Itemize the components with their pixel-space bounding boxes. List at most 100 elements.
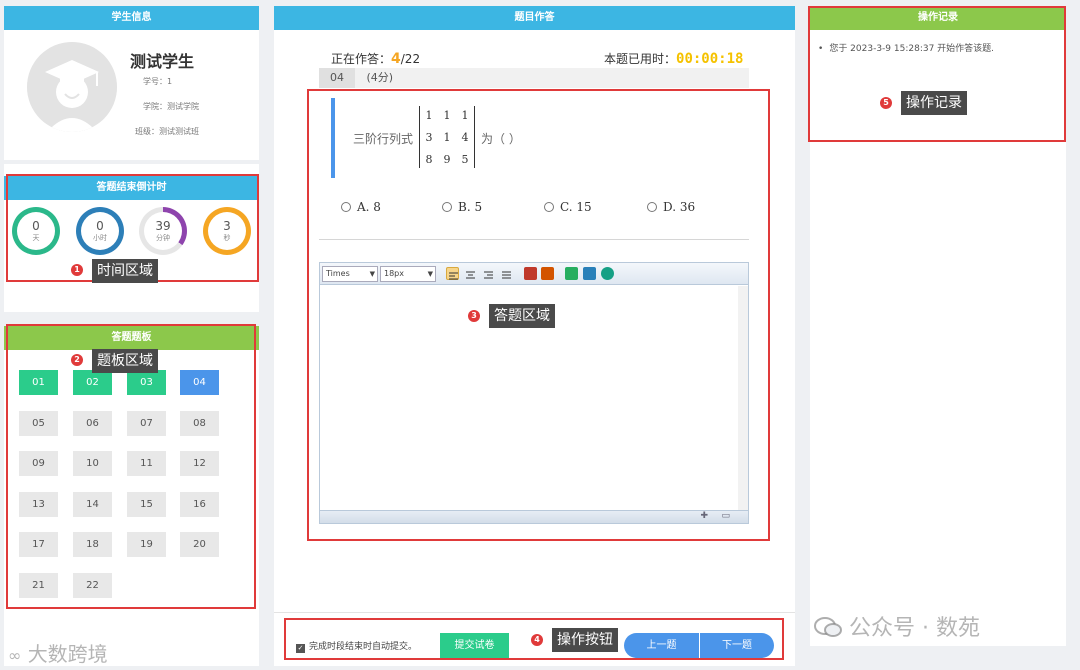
font-size-select[interactable]: 18px ▼ [380, 266, 436, 282]
align-center-icon[interactable] [464, 267, 477, 280]
answer-editor: Times ▼ 18px ▼ ✚ ▭ [319, 262, 749, 524]
matrix-cell: 1 [425, 109, 433, 122]
annotation-badge-4: 4 [531, 634, 543, 646]
question-button[interactable]: 09 [19, 451, 58, 476]
question-button[interactable]: 04 [180, 370, 219, 395]
annotation-badge-2: 2 [71, 354, 83, 366]
insert-image-icon[interactable] [541, 267, 554, 280]
student-info-panel: 学生信息 测试学生 学号：1 学院：测试学院 班级：测试测试班 [4, 6, 259, 160]
question-button[interactable]: 07 [127, 410, 166, 436]
auto-submit-checkbox[interactable]: ✓ 完成时段结束时自动提交。 [296, 639, 417, 653]
student-id: 学号：1 [143, 77, 173, 86]
question-header: 04 (4分) [319, 68, 749, 88]
annotation-badge-5: 5 [880, 97, 892, 109]
question-board-title: 答题题板 [4, 326, 259, 350]
question-button[interactable]: 11 [127, 451, 166, 476]
annotation-badge-3: 3 [468, 310, 480, 322]
radio-icon[interactable] [544, 202, 554, 212]
countdown-ring: 39 分钟 [139, 207, 187, 255]
question-button[interactable]: 05 [19, 410, 58, 436]
board-area-label: 题板区域 [92, 349, 158, 373]
countdown-title: 答题结束倒计时 [4, 176, 259, 200]
answer-area-label: 答题区域 [489, 304, 555, 328]
editor-toolbar: Times ▼ 18px ▼ [320, 263, 748, 285]
wechat-icon [814, 616, 842, 638]
matrix-row: 314 [420, 128, 474, 150]
expand-icon[interactable]: ✚ [700, 511, 708, 521]
question-button[interactable]: 14 [73, 491, 112, 517]
option-label: D. 36 [663, 200, 696, 214]
checkbox-checked-icon[interactable]: ✓ [296, 644, 305, 653]
question-button[interactable]: 02 [73, 370, 112, 395]
matrix-cell: 4 [461, 131, 469, 144]
student-college: 学院：测试学院 [143, 102, 199, 111]
answer-option[interactable]: B. 5 [442, 200, 482, 214]
question-button[interactable]: 03 [127, 370, 166, 395]
matrix-cell: 1 [443, 109, 451, 122]
question-button[interactable]: 01 [19, 370, 58, 395]
editor-scrollbar[interactable] [738, 286, 748, 511]
align-justify-icon[interactable] [500, 267, 513, 280]
question-button[interactable]: 18 [73, 532, 112, 557]
question-button[interactable]: 16 [180, 491, 219, 517]
question-board-panel: 答题题板 01 02 03 04 05 06 07 08 09 10 11 12 13 14 15 16 17 1… [4, 326, 259, 666]
prev-question-button[interactable]: 上一题 [624, 633, 699, 658]
student-name: 测试学生 [130, 52, 195, 71]
question-button[interactable]: 06 [73, 410, 112, 436]
option-label: B. 5 [458, 200, 483, 214]
wechat-logo-icon: ∞ [8, 646, 22, 665]
question-button[interactable]: 13 [19, 491, 58, 517]
countdown-unit: 秒 [223, 234, 231, 242]
align-left-icon[interactable] [446, 267, 459, 280]
answer-option[interactable]: A. 8 [341, 200, 381, 214]
determinant-matrix: 111314895 [419, 106, 475, 168]
countdown-unit: 分钟 [156, 234, 170, 242]
radio-icon[interactable] [647, 202, 657, 212]
stem-prefix: 三阶行列式 [353, 132, 414, 146]
question-button[interactable]: 10 [73, 451, 112, 476]
elapsed-value: 00:00:18 [676, 51, 744, 67]
countdown-value: 0 [32, 219, 40, 233]
student-class: 班级：测试测试班 [135, 127, 199, 136]
countdown-ring: 3秒 [203, 207, 251, 255]
answer-option[interactable]: D. 36 [647, 200, 695, 214]
buttons-area-label: 操作按钮 [552, 628, 618, 652]
matrix-row: 895 [420, 150, 474, 172]
align-right-icon[interactable] [482, 267, 495, 280]
radio-icon[interactable] [341, 202, 351, 212]
question-button[interactable]: 17 [19, 532, 58, 557]
question-number: 04 [319, 68, 355, 88]
matrix-row: 111 [420, 106, 474, 128]
matrix-cell: 1 [461, 109, 469, 122]
question-button[interactable]: 15 [127, 491, 166, 517]
question-button[interactable]: 22 [73, 572, 112, 598]
radio-icon[interactable] [442, 202, 452, 212]
formula-icon[interactable] [565, 267, 578, 280]
question-score: (4分) [366, 71, 394, 84]
matrix-cell: 9 [443, 153, 451, 166]
collapse-icon[interactable]: ▭ [721, 511, 730, 521]
image-icon[interactable] [524, 267, 537, 280]
question-button[interactable]: 19 [127, 532, 166, 557]
answering-current: 4 [391, 51, 401, 67]
submit-exam-button[interactable]: 提交试卷 [440, 633, 509, 658]
answering-total: /22 [400, 52, 421, 66]
watermark-right: 公众号 · 数苑 [814, 610, 980, 642]
stem-suffix: 为（ ） [481, 132, 521, 146]
question-button[interactable]: 12 [180, 451, 219, 476]
watermark-left: ∞ 大数跨境 [8, 642, 108, 666]
table-icon[interactable] [583, 267, 596, 280]
matrix-cell: 5 [461, 153, 469, 166]
font-family-select[interactable]: Times ▼ [322, 266, 378, 282]
divider [319, 239, 749, 240]
annotation-badge-1: 1 [71, 264, 83, 276]
question-button[interactable]: 20 [180, 532, 219, 557]
answer-option[interactable]: C. 15 [544, 200, 592, 214]
attachment-icon[interactable] [601, 267, 614, 280]
matrix-cell: 1 [443, 131, 451, 144]
answering-label: 正在作答： [331, 52, 392, 66]
question-button[interactable]: 08 [180, 410, 219, 436]
next-question-button[interactable]: 下一题 [699, 633, 774, 658]
matrix-cell: 8 [425, 153, 433, 166]
question-button[interactable]: 21 [19, 572, 58, 598]
